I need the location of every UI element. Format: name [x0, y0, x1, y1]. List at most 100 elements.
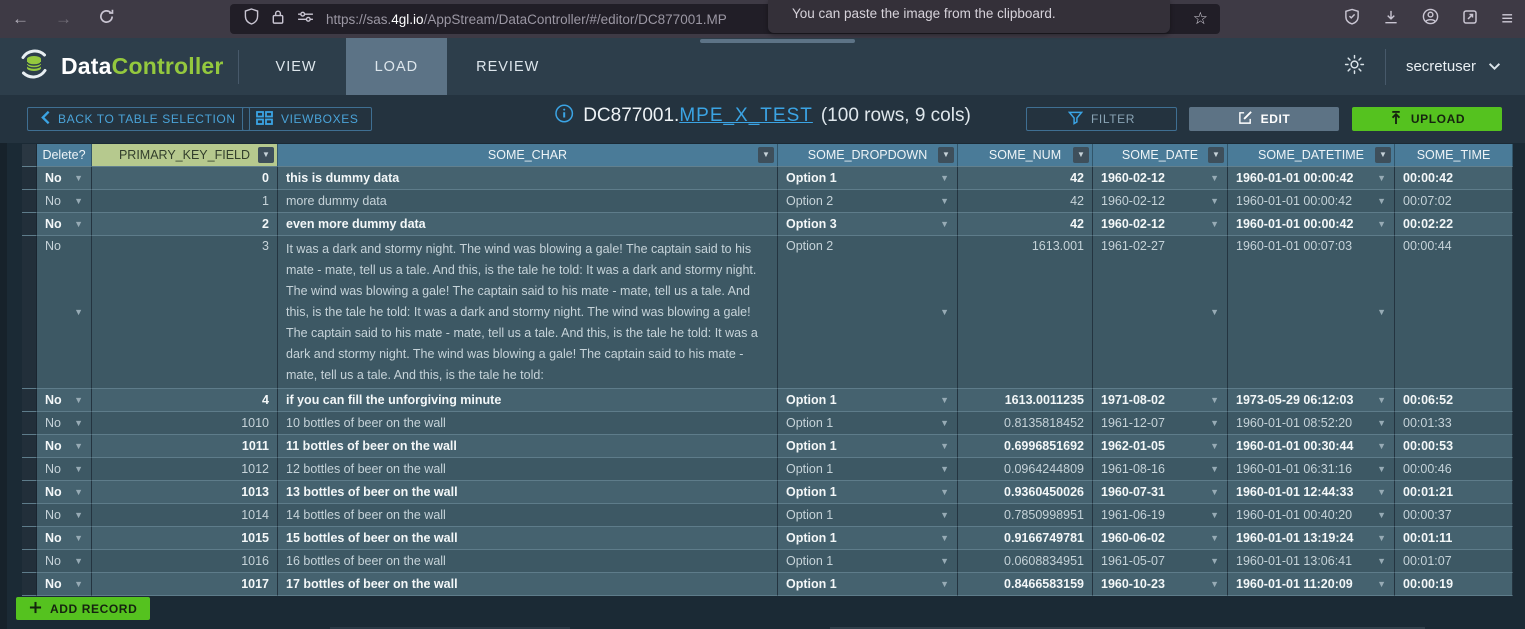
- time-cell[interactable]: 00:01:11: [1395, 527, 1513, 550]
- user-menu-chevron-down-icon[interactable]: [1488, 58, 1501, 76]
- dropdown-select[interactable]: Option 1▼: [778, 412, 958, 435]
- date-select[interactable]: 1960-07-31▼: [1093, 481, 1228, 504]
- delete-select[interactable]: No▼: [37, 527, 92, 550]
- dropdown-select[interactable]: Option 1▼: [778, 389, 958, 412]
- datetime-select[interactable]: 1960-01-01 00:30:44▼: [1228, 435, 1395, 458]
- num-cell[interactable]: 0.0608834951: [958, 550, 1093, 573]
- datetime-select[interactable]: 1960-01-01 00:00:42▼: [1228, 190, 1395, 213]
- row-handle[interactable]: [22, 573, 37, 596]
- add-record-button[interactable]: ADD RECORD: [16, 597, 150, 620]
- date-select[interactable]: 1961-05-07▼: [1093, 550, 1228, 573]
- dropdown-select[interactable]: Option 1▼: [778, 527, 958, 550]
- datetime-select[interactable]: 1960-01-01 13:06:41▼: [1228, 550, 1395, 573]
- tracking-shield-icon[interactable]: [244, 8, 259, 30]
- date-select[interactable]: 1960-02-12▼: [1093, 190, 1228, 213]
- browser-forward-icon[interactable]: →: [55, 9, 72, 29]
- scrollbar-thumb[interactable]: [700, 39, 855, 43]
- column-header-some-char[interactable]: SOME_CHAR▼: [278, 144, 778, 167]
- delete-select[interactable]: No▼: [37, 481, 92, 504]
- upload-button[interactable]: UPLOAD: [1352, 107, 1502, 131]
- column-header-some-dropdown[interactable]: SOME_DROPDOWN▼: [778, 144, 958, 167]
- column-filter-icon[interactable]: ▼: [938, 147, 954, 163]
- pk-cell[interactable]: 1016: [92, 550, 278, 573]
- pk-cell[interactable]: 1012: [92, 458, 278, 481]
- pk-cell[interactable]: 0: [92, 167, 278, 190]
- time-cell[interactable]: 00:01:21: [1395, 481, 1513, 504]
- viewboxes-button[interactable]: VIEWBOXES: [242, 107, 372, 131]
- date-select[interactable]: 1961-02-27▼: [1093, 236, 1228, 389]
- num-cell[interactable]: 0.9166749781: [958, 527, 1093, 550]
- column-filter-icon[interactable]: ▼: [1208, 147, 1224, 163]
- column-filter-icon[interactable]: ▼: [1073, 147, 1089, 163]
- row-handle[interactable]: [22, 550, 37, 573]
- dropdown-select[interactable]: Option 1▼: [778, 481, 958, 504]
- char-cell[interactable]: It was a dark and stormy night. The wind…: [278, 236, 778, 389]
- info-icon[interactable]: [554, 104, 573, 128]
- date-select[interactable]: 1962-01-05▼: [1093, 435, 1228, 458]
- datetime-select[interactable]: 1960-01-01 06:31:16▼: [1228, 458, 1395, 481]
- time-cell[interactable]: 00:02:22: [1395, 213, 1513, 236]
- pk-cell[interactable]: 1: [92, 190, 278, 213]
- delete-select[interactable]: No▼: [37, 573, 92, 596]
- num-cell[interactable]: 0.0964244809: [958, 458, 1093, 481]
- row-handle[interactable]: [22, 236, 37, 389]
- dropdown-select[interactable]: Option 2▼: [778, 190, 958, 213]
- theme-toggle-sun-icon[interactable]: [1344, 54, 1365, 80]
- char-cell[interactable]: 17 bottles of beer on the wall: [278, 573, 778, 596]
- dropdown-select[interactable]: Option 3▼: [778, 213, 958, 236]
- column-header-delete[interactable]: Delete?: [37, 144, 92, 167]
- column-filter-icon[interactable]: ▼: [1375, 147, 1391, 163]
- char-cell[interactable]: 11 bottles of beer on the wall: [278, 435, 778, 458]
- column-header-some-num[interactable]: SOME_NUM▼: [958, 144, 1093, 167]
- pk-cell[interactable]: 1017: [92, 573, 278, 596]
- date-select[interactable]: 1960-02-12▼: [1093, 167, 1228, 190]
- bookmark-star-icon[interactable]: ☆: [1193, 9, 1208, 29]
- column-header-some-time[interactable]: SOME_TIME: [1395, 144, 1513, 167]
- char-cell[interactable]: 15 bottles of beer on the wall: [278, 527, 778, 550]
- char-cell[interactable]: 13 bottles of beer on the wall: [278, 481, 778, 504]
- table-name-link[interactable]: MPE_X_TEST: [679, 105, 813, 126]
- row-handle[interactable]: [22, 458, 37, 481]
- column-header-some-date[interactable]: SOME_DATE▼: [1093, 144, 1228, 167]
- time-cell[interactable]: 00:00:37: [1395, 504, 1513, 527]
- datetime-select[interactable]: 1960-01-01 11:20:09▼: [1228, 573, 1395, 596]
- num-cell[interactable]: 42: [958, 213, 1093, 236]
- datetime-select[interactable]: 1960-01-01 00:40:20▼: [1228, 504, 1395, 527]
- char-cell[interactable]: more dummy data: [278, 190, 778, 213]
- char-cell[interactable]: 16 bottles of beer on the wall: [278, 550, 778, 573]
- delete-select[interactable]: No▼: [37, 213, 92, 236]
- browser-back-icon[interactable]: ←: [12, 9, 29, 29]
- pk-cell[interactable]: 1015: [92, 527, 278, 550]
- pk-cell[interactable]: 3: [92, 236, 278, 389]
- dropdown-select[interactable]: Option 1▼: [778, 573, 958, 596]
- time-cell[interactable]: 00:06:52: [1395, 389, 1513, 412]
- char-cell[interactable]: this is dummy data: [278, 167, 778, 190]
- delete-select[interactable]: No▼: [37, 458, 92, 481]
- dropdown-select[interactable]: Option 1▼: [778, 435, 958, 458]
- time-cell[interactable]: 00:00:19: [1395, 573, 1513, 596]
- num-cell[interactable]: 0.7850998951: [958, 504, 1093, 527]
- dropdown-select[interactable]: Option 1▼: [778, 504, 958, 527]
- pk-cell[interactable]: 1014: [92, 504, 278, 527]
- delete-select[interactable]: No▼: [37, 236, 92, 389]
- pk-cell[interactable]: 4: [92, 389, 278, 412]
- date-select[interactable]: 1960-10-23▼: [1093, 573, 1228, 596]
- char-cell[interactable]: 14 bottles of beer on the wall: [278, 504, 778, 527]
- dropdown-select[interactable]: Option 1▼: [778, 550, 958, 573]
- dropdown-select[interactable]: Option 1▼: [778, 167, 958, 190]
- dropdown-select[interactable]: Option 1▼: [778, 458, 958, 481]
- datetime-select[interactable]: 1960-01-01 13:19:24▼: [1228, 527, 1395, 550]
- time-cell[interactable]: 00:07:02: [1395, 190, 1513, 213]
- char-cell[interactable]: 10 bottles of beer on the wall: [278, 412, 778, 435]
- char-cell[interactable]: even more dummy data: [278, 213, 778, 236]
- share-icon[interactable]: [1462, 9, 1478, 30]
- column-filter-icon[interactable]: ▼: [758, 147, 774, 163]
- delete-select[interactable]: No▼: [37, 412, 92, 435]
- column-filter-icon[interactable]: ▼: [258, 147, 274, 163]
- date-select[interactable]: 1961-08-16▼: [1093, 458, 1228, 481]
- dropdown-select[interactable]: Option 2▼: [778, 236, 958, 389]
- row-handle[interactable]: [22, 389, 37, 412]
- row-header-gutter[interactable]: [22, 144, 37, 167]
- pk-cell[interactable]: 2: [92, 213, 278, 236]
- datetime-select[interactable]: 1960-01-01 00:07:03▼: [1228, 236, 1395, 389]
